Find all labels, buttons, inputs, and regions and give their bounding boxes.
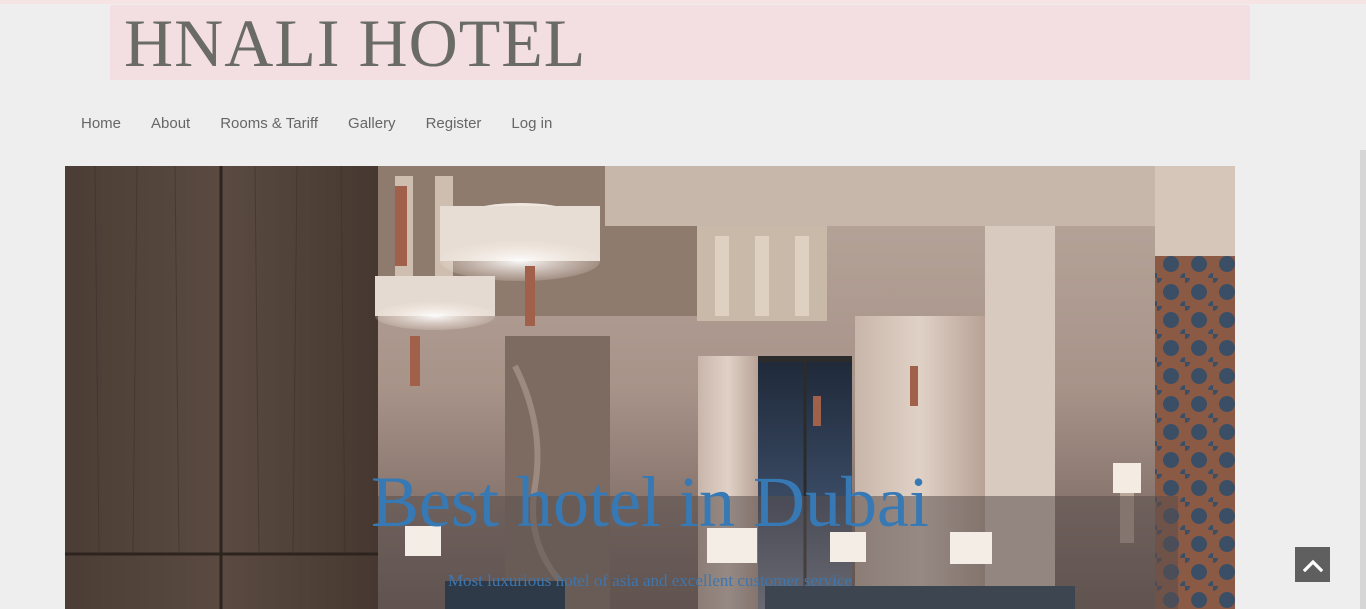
hero-slider: Best hotel in Dubai Most luxurious hotel… <box>65 166 1235 609</box>
nav-item-register[interactable]: Register <box>411 115 497 132</box>
hero-title: Best hotel in Dubai <box>371 462 929 542</box>
nav-item-home[interactable]: Home <box>66 115 136 132</box>
hero-subtitle: Most luxurious hotel of asia and excelle… <box>447 571 853 590</box>
nav-item-gallery[interactable]: Gallery <box>333 115 411 132</box>
brand-banner: HNALI HOTEL <box>110 5 1250 80</box>
scrollbar-thumb[interactable] <box>1360 150 1366 609</box>
nav-item-about[interactable]: About <box>136 115 205 132</box>
nav-item-rooms-tariff[interactable]: Rooms & Tariff <box>205 115 333 132</box>
site-title[interactable]: HNALI HOTEL <box>124 7 586 79</box>
main-nav: Home About Rooms & Tariff Gallery Regist… <box>66 110 567 136</box>
back-to-top-button[interactable] <box>1295 547 1330 582</box>
top-border <box>0 0 1366 4</box>
chevron-up-icon <box>1302 559 1323 572</box>
page-scrollbar[interactable] <box>1360 0 1366 609</box>
hero-image <box>65 166 1235 609</box>
nav-item-login[interactable]: Log in <box>496 115 567 132</box>
